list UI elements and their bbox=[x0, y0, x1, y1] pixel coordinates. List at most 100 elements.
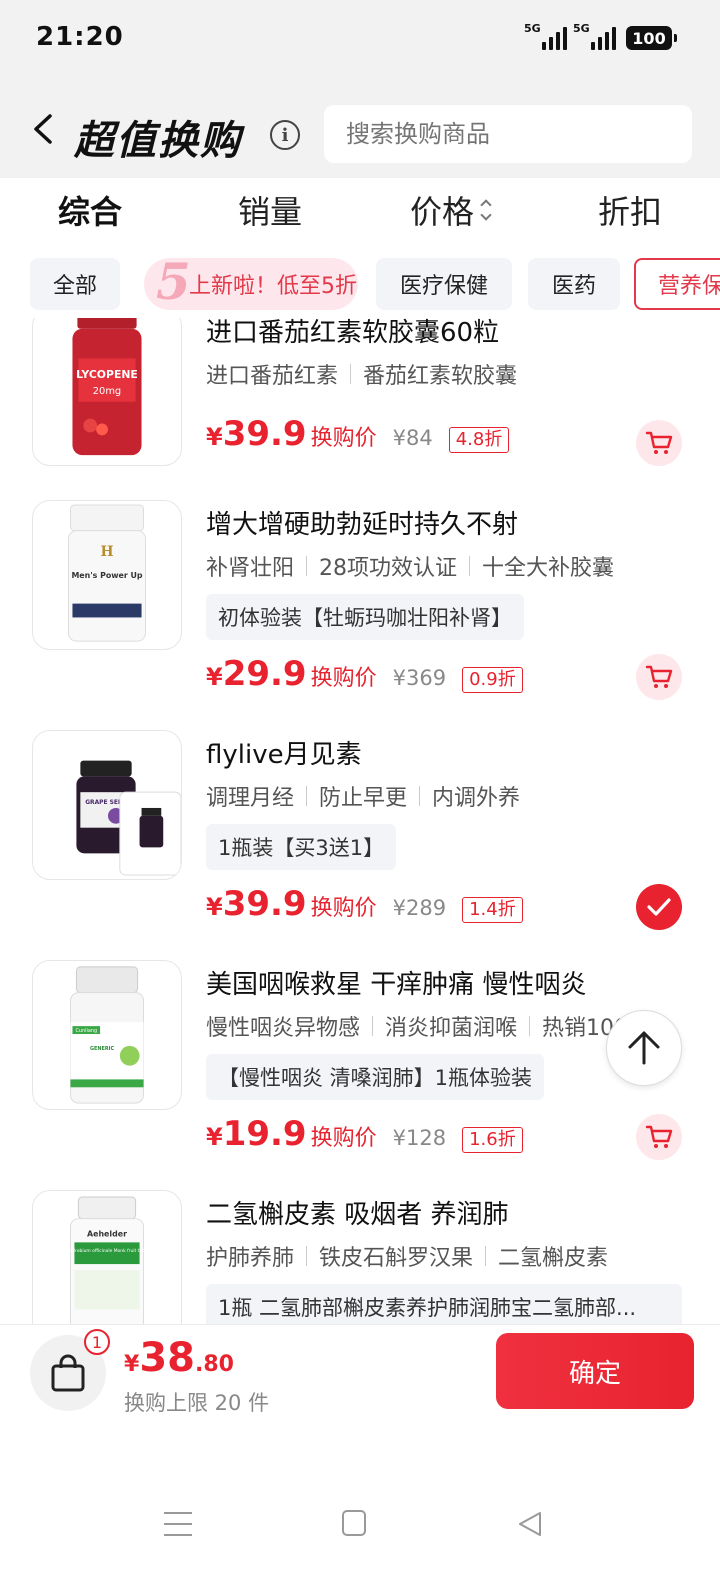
discount-badge: 4.8折 bbox=[448, 427, 510, 453]
sort-tab-price[interactable]: 价格 bbox=[360, 178, 540, 242]
price-row: ¥ 39.9 换购价 ¥289 1.4折 bbox=[206, 884, 523, 924]
arrow-up-icon bbox=[628, 1031, 660, 1065]
product-name: 二氢槲皮素 吸烟者 养润肺 bbox=[206, 1200, 509, 1230]
product-image[interactable]: Aehelder Dendrobium officinale Monk frui… bbox=[32, 1190, 182, 1324]
confirm-button[interactable]: 确定 bbox=[496, 1333, 694, 1409]
product-tag: 二氢槲皮素 bbox=[498, 1246, 609, 1271]
product-item[interactable]: Cunliang GENERIC 美国咽喉救星 干痒肿痛 慢性咽炎 慢性咽炎异物… bbox=[0, 960, 720, 1180]
cart-icon bbox=[645, 1125, 673, 1148]
signal-icon: 5G bbox=[524, 22, 567, 50]
chip-nutrition[interactable]: 营养保健 bbox=[634, 258, 720, 310]
battery-icon: 100 bbox=[626, 26, 677, 50]
sort-tab-sales[interactable]: 销量 bbox=[180, 178, 360, 242]
product-item[interactable]: LYCOPENE 20mg 进口番茄红素软胶囊60粒 进口番茄红素 番茄红素软胶… bbox=[0, 318, 720, 528]
shopping-bag-icon bbox=[51, 1354, 85, 1392]
sort-tab-comprehensive[interactable]: 综合 bbox=[0, 178, 180, 242]
svg-text:H: H bbox=[100, 544, 113, 560]
sort-tab-label: 综合 bbox=[57, 193, 122, 231]
network-type-label: 5G bbox=[524, 22, 541, 35]
supplement-bottle-image: LYCOPENE 20mg bbox=[72, 318, 142, 456]
product-tag: 内调外养 bbox=[432, 786, 521, 811]
product-spec[interactable]: 1瓶装【买3送1】 bbox=[206, 824, 397, 870]
sort-tab-label: 价格 bbox=[409, 193, 474, 231]
price-row: ¥ 29.9 换购价 ¥369 0.9折 bbox=[206, 654, 523, 694]
chip-medicine[interactable]: 医药 bbox=[528, 258, 620, 310]
sort-tabs: 综合 销量 价格 折扣 bbox=[0, 178, 720, 242]
chip-label: 上新啦！低至5折 bbox=[189, 274, 357, 299]
chip-healthcare[interactable]: 医疗保健 bbox=[376, 258, 512, 310]
product-tags: 调理月经 防止早更 内调外养 bbox=[206, 780, 520, 812]
total-integer: 38 bbox=[139, 1335, 195, 1381]
sort-tab-label: 销量 bbox=[237, 193, 302, 231]
product-name: 进口番茄红素软胶囊60粒 bbox=[206, 318, 500, 348]
original-price: ¥369 bbox=[392, 666, 447, 690]
info-icon[interactable]: i bbox=[270, 120, 300, 150]
product-spec[interactable]: 【慢性咽炎 清嗓润肺】1瓶体验装 bbox=[206, 1054, 545, 1100]
supplement-bottle-image: H Men's Power Up bbox=[68, 504, 146, 642]
discount-badge: 1.6折 bbox=[462, 1127, 523, 1153]
product-image[interactable]: Cunliang GENERIC bbox=[32, 960, 182, 1110]
chip-all[interactable]: 全部 bbox=[30, 258, 120, 310]
chip-label: 医药 bbox=[551, 274, 596, 299]
exchange-price: 39.9 bbox=[222, 414, 307, 454]
product-tags: 慢性咽炎异物感 消炎抑菌润喉 热销100W+ bbox=[206, 1010, 668, 1042]
product-name: 增大增硬助勃延时持久不射 bbox=[206, 510, 519, 540]
check-icon bbox=[647, 898, 671, 916]
product-name: 美国咽喉救星 干痒肿痛 慢性咽炎 bbox=[206, 970, 587, 1000]
price-row: ¥ 19.9 换购价 ¥128 1.6折 bbox=[206, 1114, 523, 1154]
add-to-cart-button[interactable] bbox=[636, 1114, 682, 1160]
currency-symbol: ¥ bbox=[206, 423, 223, 451]
back-arrow-icon[interactable] bbox=[30, 114, 56, 144]
status-bar: 21:20 5G 5G 100 bbox=[0, 0, 720, 80]
home-icon[interactable] bbox=[342, 1510, 366, 1536]
supplement-bottle-image: Cunliang GENERIC bbox=[70, 966, 144, 1104]
total-decimal: .80 bbox=[194, 1352, 234, 1377]
sort-tab-discount[interactable]: 折扣 bbox=[540, 178, 720, 242]
product-name: flylive月见素 bbox=[206, 740, 362, 770]
exchange-price-label: 换购价 bbox=[310, 1126, 377, 1151]
product-tag: 护肺养肺 bbox=[206, 1246, 295, 1271]
svg-text:20mg: 20mg bbox=[93, 386, 121, 397]
exchange-price-label: 换购价 bbox=[310, 896, 377, 921]
svg-text:Dendrobium officinale Monk fru: Dendrobium officinale Monk fruit tablet bbox=[63, 1248, 151, 1254]
page-title: 超值换购 bbox=[74, 118, 242, 164]
svg-text:Cunliang: Cunliang bbox=[75, 1028, 97, 1034]
product-tags: 护肺养肺 铁皮石斛罗汉果 二氢槲皮素 bbox=[206, 1240, 608, 1272]
supplement-bottle-image: GRAPE SEED bbox=[76, 760, 181, 876]
selected-check-button[interactable] bbox=[636, 884, 682, 930]
currency-symbol: ¥ bbox=[124, 1352, 140, 1377]
product-spec[interactable]: 初体验装【牡蛎玛咖壮阳补肾】 bbox=[206, 594, 524, 640]
product-tag: 番茄红素软胶囊 bbox=[363, 364, 518, 389]
chip-new-arrivals[interactable]: 5 上新啦！低至5折 bbox=[144, 256, 358, 311]
product-tags: 进口番茄红素 番茄红素软胶囊 bbox=[206, 358, 517, 390]
back-to-top-button[interactable] bbox=[606, 1010, 682, 1086]
product-item[interactable]: GRAPE SEED flylive月见素 调理月经 防止早更 内调外养 1瓶装… bbox=[0, 730, 720, 950]
product-spec[interactable]: 1瓶 二氢肺部槲皮素养护肺润肺宝二氢肺部... bbox=[206, 1284, 682, 1324]
product-item[interactable]: Aehelder Dendrobium officinale Monk frui… bbox=[0, 1190, 720, 1324]
add-to-cart-button[interactable] bbox=[636, 654, 682, 700]
product-tag: 消炎抑菌润喉 bbox=[385, 1016, 518, 1041]
recent-apps-icon[interactable] bbox=[164, 1512, 192, 1536]
chip-label: 营养保健 bbox=[657, 274, 720, 299]
sort-tab-label: 折扣 bbox=[597, 193, 662, 231]
product-image[interactable]: GRAPE SEED bbox=[32, 730, 182, 880]
product-tag: 进口番茄红素 bbox=[206, 364, 339, 389]
product-image[interactable]: H Men's Power Up bbox=[32, 500, 182, 650]
add-to-cart-button[interactable] bbox=[636, 420, 682, 466]
svg-text:Men's Power Up: Men's Power Up bbox=[71, 571, 142, 580]
system-back-icon[interactable] bbox=[516, 1510, 544, 1538]
search-input[interactable] bbox=[324, 105, 692, 163]
chip-label: 医疗保健 bbox=[399, 274, 488, 299]
product-tag: 补肾壮阳 bbox=[206, 556, 295, 581]
bag-count-badge: 1 bbox=[84, 1329, 110, 1355]
product-tag: 慢性咽炎异物感 bbox=[206, 1016, 361, 1041]
checkout-bar: 1 ¥ 38 .80 换购上限 20 件 确定 bbox=[0, 1324, 720, 1424]
price-row: ¥ 39.9 换购价 ¥84 4.8折 bbox=[206, 414, 510, 454]
product-image[interactable]: LYCOPENE 20mg bbox=[32, 318, 182, 466]
system-navigation-bar bbox=[0, 1424, 720, 1584]
status-icons: 5G 5G 100 bbox=[524, 22, 677, 50]
original-price: ¥289 bbox=[392, 896, 447, 920]
product-item[interactable]: H Men's Power Up 增大增硬助勃延时持久不射 补肾壮阳 28项功效… bbox=[0, 500, 720, 720]
discount-badge: 1.4折 bbox=[462, 897, 523, 923]
svg-text:LYCOPENE: LYCOPENE bbox=[76, 368, 138, 381]
